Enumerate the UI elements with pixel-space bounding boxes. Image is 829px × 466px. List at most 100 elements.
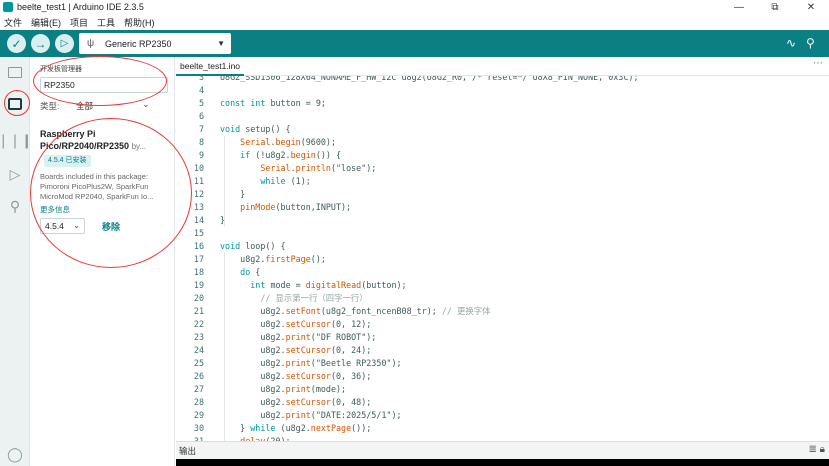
code-text: const int button = 9; bbox=[220, 98, 326, 108]
minimize-button[interactable]: — bbox=[721, 0, 757, 14]
magnifier-dots-icon[interactable]: ⚲ bbox=[806, 36, 815, 50]
arduino-app-icon bbox=[3, 2, 13, 12]
code-line[interactable]: 14} bbox=[176, 214, 829, 227]
package-title: Raspberry Pi Pico/RP2040/RP2350 bbox=[40, 129, 130, 151]
clear-output-icon[interactable]: ≣ 🔒︎ bbox=[809, 444, 825, 455]
code-text: // 显示第一行（四字一行） bbox=[260, 293, 368, 303]
search-icon[interactable]: ⚲ bbox=[6, 197, 24, 215]
code-text: if (!u8g2.begin()) { bbox=[240, 150, 342, 160]
check-icon: ✓ bbox=[11, 36, 22, 51]
code-line[interactable]: 17 u8g2.firstPage(); bbox=[176, 253, 829, 266]
code-line[interactable]: 29 u8g2.print("DATE:2025/5/1"); bbox=[176, 409, 829, 422]
panel-title: 开发板管理器 bbox=[40, 66, 82, 73]
code-line[interactable]: 16 void loop() { bbox=[176, 240, 829, 253]
type-filter-value[interactable]: 全部 bbox=[76, 100, 93, 112]
version-value: 4.5.4 bbox=[45, 221, 64, 231]
menu-help[interactable]: 帮助(H) bbox=[124, 16, 155, 29]
code-line[interactable]: 25 u8g2.print("Beetle RP2350"); bbox=[176, 357, 829, 370]
code-line[interactable]: 23 u8g2.print("DF ROBOT"); bbox=[176, 331, 829, 344]
line-number: 11 bbox=[193, 176, 204, 186]
line-number: 26 bbox=[193, 371, 204, 381]
code-line[interactable]: 9 if (!u8g2.begin()) { bbox=[176, 149, 829, 162]
code-line[interactable]: 21 u8g2.setFont(u8g2_font_ncenB08_tr); /… bbox=[176, 305, 829, 318]
window-title: beelte_test1 | Arduino IDE 2.3.5 bbox=[17, 2, 144, 12]
code-text: Serial.begin(9600); bbox=[240, 137, 336, 147]
menu-tools[interactable]: 工具 bbox=[97, 16, 115, 29]
code-line[interactable]: 3 U8G2_SSD1306_128X64_NONAME_F_HW_I2C u8g… bbox=[176, 76, 829, 84]
menu-file[interactable]: 文件 bbox=[4, 16, 22, 29]
debug-sidebar-icon[interactable]: ▷ bbox=[6, 165, 24, 183]
menu-bar: 文件 编辑(E) 项目 工具 帮助(H) bbox=[0, 14, 829, 30]
version-select[interactable]: 4.5.4 ⌄ bbox=[40, 218, 85, 234]
maximize-button[interactable]: ⧉ bbox=[757, 0, 793, 14]
code-line[interactable]: 5 const int button = 9; bbox=[176, 97, 829, 110]
editor-tab-bar: beelte_test1.ino ⋯ bbox=[176, 57, 829, 76]
package-author: by... bbox=[131, 142, 147, 151]
line-number: 14 bbox=[193, 215, 204, 225]
code-text: u8g2.print(mode); bbox=[220, 384, 347, 394]
line-number: 28 bbox=[193, 397, 204, 407]
code-line[interactable]: 6 bbox=[176, 110, 829, 123]
activity-bar: ❘❘❙ ▷ ⚲ ◯ bbox=[0, 57, 33, 466]
code-line[interactable]: 15 bbox=[176, 227, 829, 240]
code-line[interactable]: 19 int mode = digitalRead(button); bbox=[176, 279, 829, 292]
code-text: u8g2.print("Beetle RP2350"); bbox=[220, 358, 402, 368]
board-selector[interactable]: ψ Generic RP2350 ▼ bbox=[79, 33, 231, 54]
description-line: Boards included in this package: bbox=[40, 172, 148, 181]
account-icon[interactable]: ◯ bbox=[6, 445, 24, 463]
line-number: 16 bbox=[193, 241, 204, 251]
line-number: 21 bbox=[193, 306, 204, 316]
line-number: 27 bbox=[193, 384, 204, 394]
chevron-down-icon[interactable]: ⌄ bbox=[142, 99, 150, 110]
code-line[interactable]: 13 pinMode(button,INPUT); bbox=[176, 201, 829, 214]
code-line[interactable]: 4 bbox=[176, 84, 829, 97]
code-editor[interactable]: 3 U8G2_SSD1306_128X64_NONAME_F_HW_I2C u8g… bbox=[176, 76, 829, 441]
code-line[interactable]: 22 u8g2.setCursor(0, 12); bbox=[176, 318, 829, 331]
code-line[interactable]: 26 u8g2.setCursor(0, 36); bbox=[176, 370, 829, 383]
code-line[interactable]: 28 u8g2.setCursor(0, 48); bbox=[176, 396, 829, 409]
debug-button[interactable]: ▷ bbox=[55, 34, 74, 53]
code-line[interactable]: 8 Serial.begin(9600); bbox=[176, 136, 829, 149]
verify-button[interactable]: ✓ bbox=[7, 34, 26, 53]
indent-guide bbox=[224, 253, 225, 441]
code-line[interactable]: 7 void setup() { bbox=[176, 123, 829, 136]
code-text: u8g2.setCursor(0, 12); bbox=[220, 319, 372, 329]
code-text: u8g2.print("DATE:2025/5/1"); bbox=[220, 410, 402, 420]
code-line[interactable]: 20 // 显示第一行（四字一行） bbox=[176, 292, 829, 305]
tab-sketch[interactable]: beelte_test1.ino bbox=[176, 57, 245, 76]
library-icon[interactable]: ❘❘❙ bbox=[0, 131, 33, 149]
line-number: 18 bbox=[193, 267, 204, 277]
code-line[interactable]: 30 } while (u8g2.nextPage()); bbox=[176, 422, 829, 435]
board-search-input[interactable] bbox=[40, 77, 168, 93]
code-text: U8G2_SSD1306_128X64_NONAME_F_HW_I2C u8g2… bbox=[220, 76, 639, 82]
output-console bbox=[176, 459, 829, 466]
package-description: Boards included in this package: Pimoron… bbox=[40, 172, 170, 202]
board-name: Generic RP2350 bbox=[105, 38, 172, 49]
line-number: 10 bbox=[193, 163, 204, 173]
line-number: 3 bbox=[198, 76, 204, 82]
menu-sketch[interactable]: 项目 bbox=[70, 16, 88, 29]
code-line[interactable]: 12 } bbox=[176, 188, 829, 201]
code-line[interactable]: 18 do { bbox=[176, 266, 829, 279]
menu-edit[interactable]: 编辑(E) bbox=[31, 16, 61, 29]
line-number: 24 bbox=[193, 345, 204, 355]
upload-button[interactable]: → bbox=[31, 34, 50, 53]
usb-icon: ψ bbox=[87, 38, 95, 49]
indent-guide bbox=[224, 136, 225, 227]
code-line[interactable]: 10 Serial.println("lose"); bbox=[176, 162, 829, 175]
boards-manager-icon[interactable] bbox=[6, 95, 24, 113]
remove-button[interactable]: 移除 bbox=[102, 220, 120, 233]
code-text: u8g2.setFont(u8g2_font_ncenB08_tr); // 更… bbox=[220, 306, 491, 316]
code-line[interactable]: 27 u8g2.print(mode); bbox=[176, 383, 829, 396]
description-line: MicroMod RP2040, SparkFun Io... bbox=[40, 192, 154, 201]
more-info-link[interactable]: 更多信息 bbox=[40, 204, 70, 215]
folder-icon[interactable] bbox=[6, 63, 24, 81]
pulse-icon[interactable]: ∿ bbox=[786, 36, 796, 50]
close-button[interactable]: ✕ bbox=[793, 0, 829, 14]
line-number: 15 bbox=[193, 228, 204, 238]
more-icon[interactable]: ⋯ bbox=[813, 58, 823, 69]
output-panel-header: 输出 ≣ 🔒︎ bbox=[176, 441, 829, 459]
line-number: 13 bbox=[193, 202, 204, 212]
code-line[interactable]: 11 while (1); bbox=[176, 175, 829, 188]
code-line[interactable]: 24 u8g2.setCursor(0, 24); bbox=[176, 344, 829, 357]
